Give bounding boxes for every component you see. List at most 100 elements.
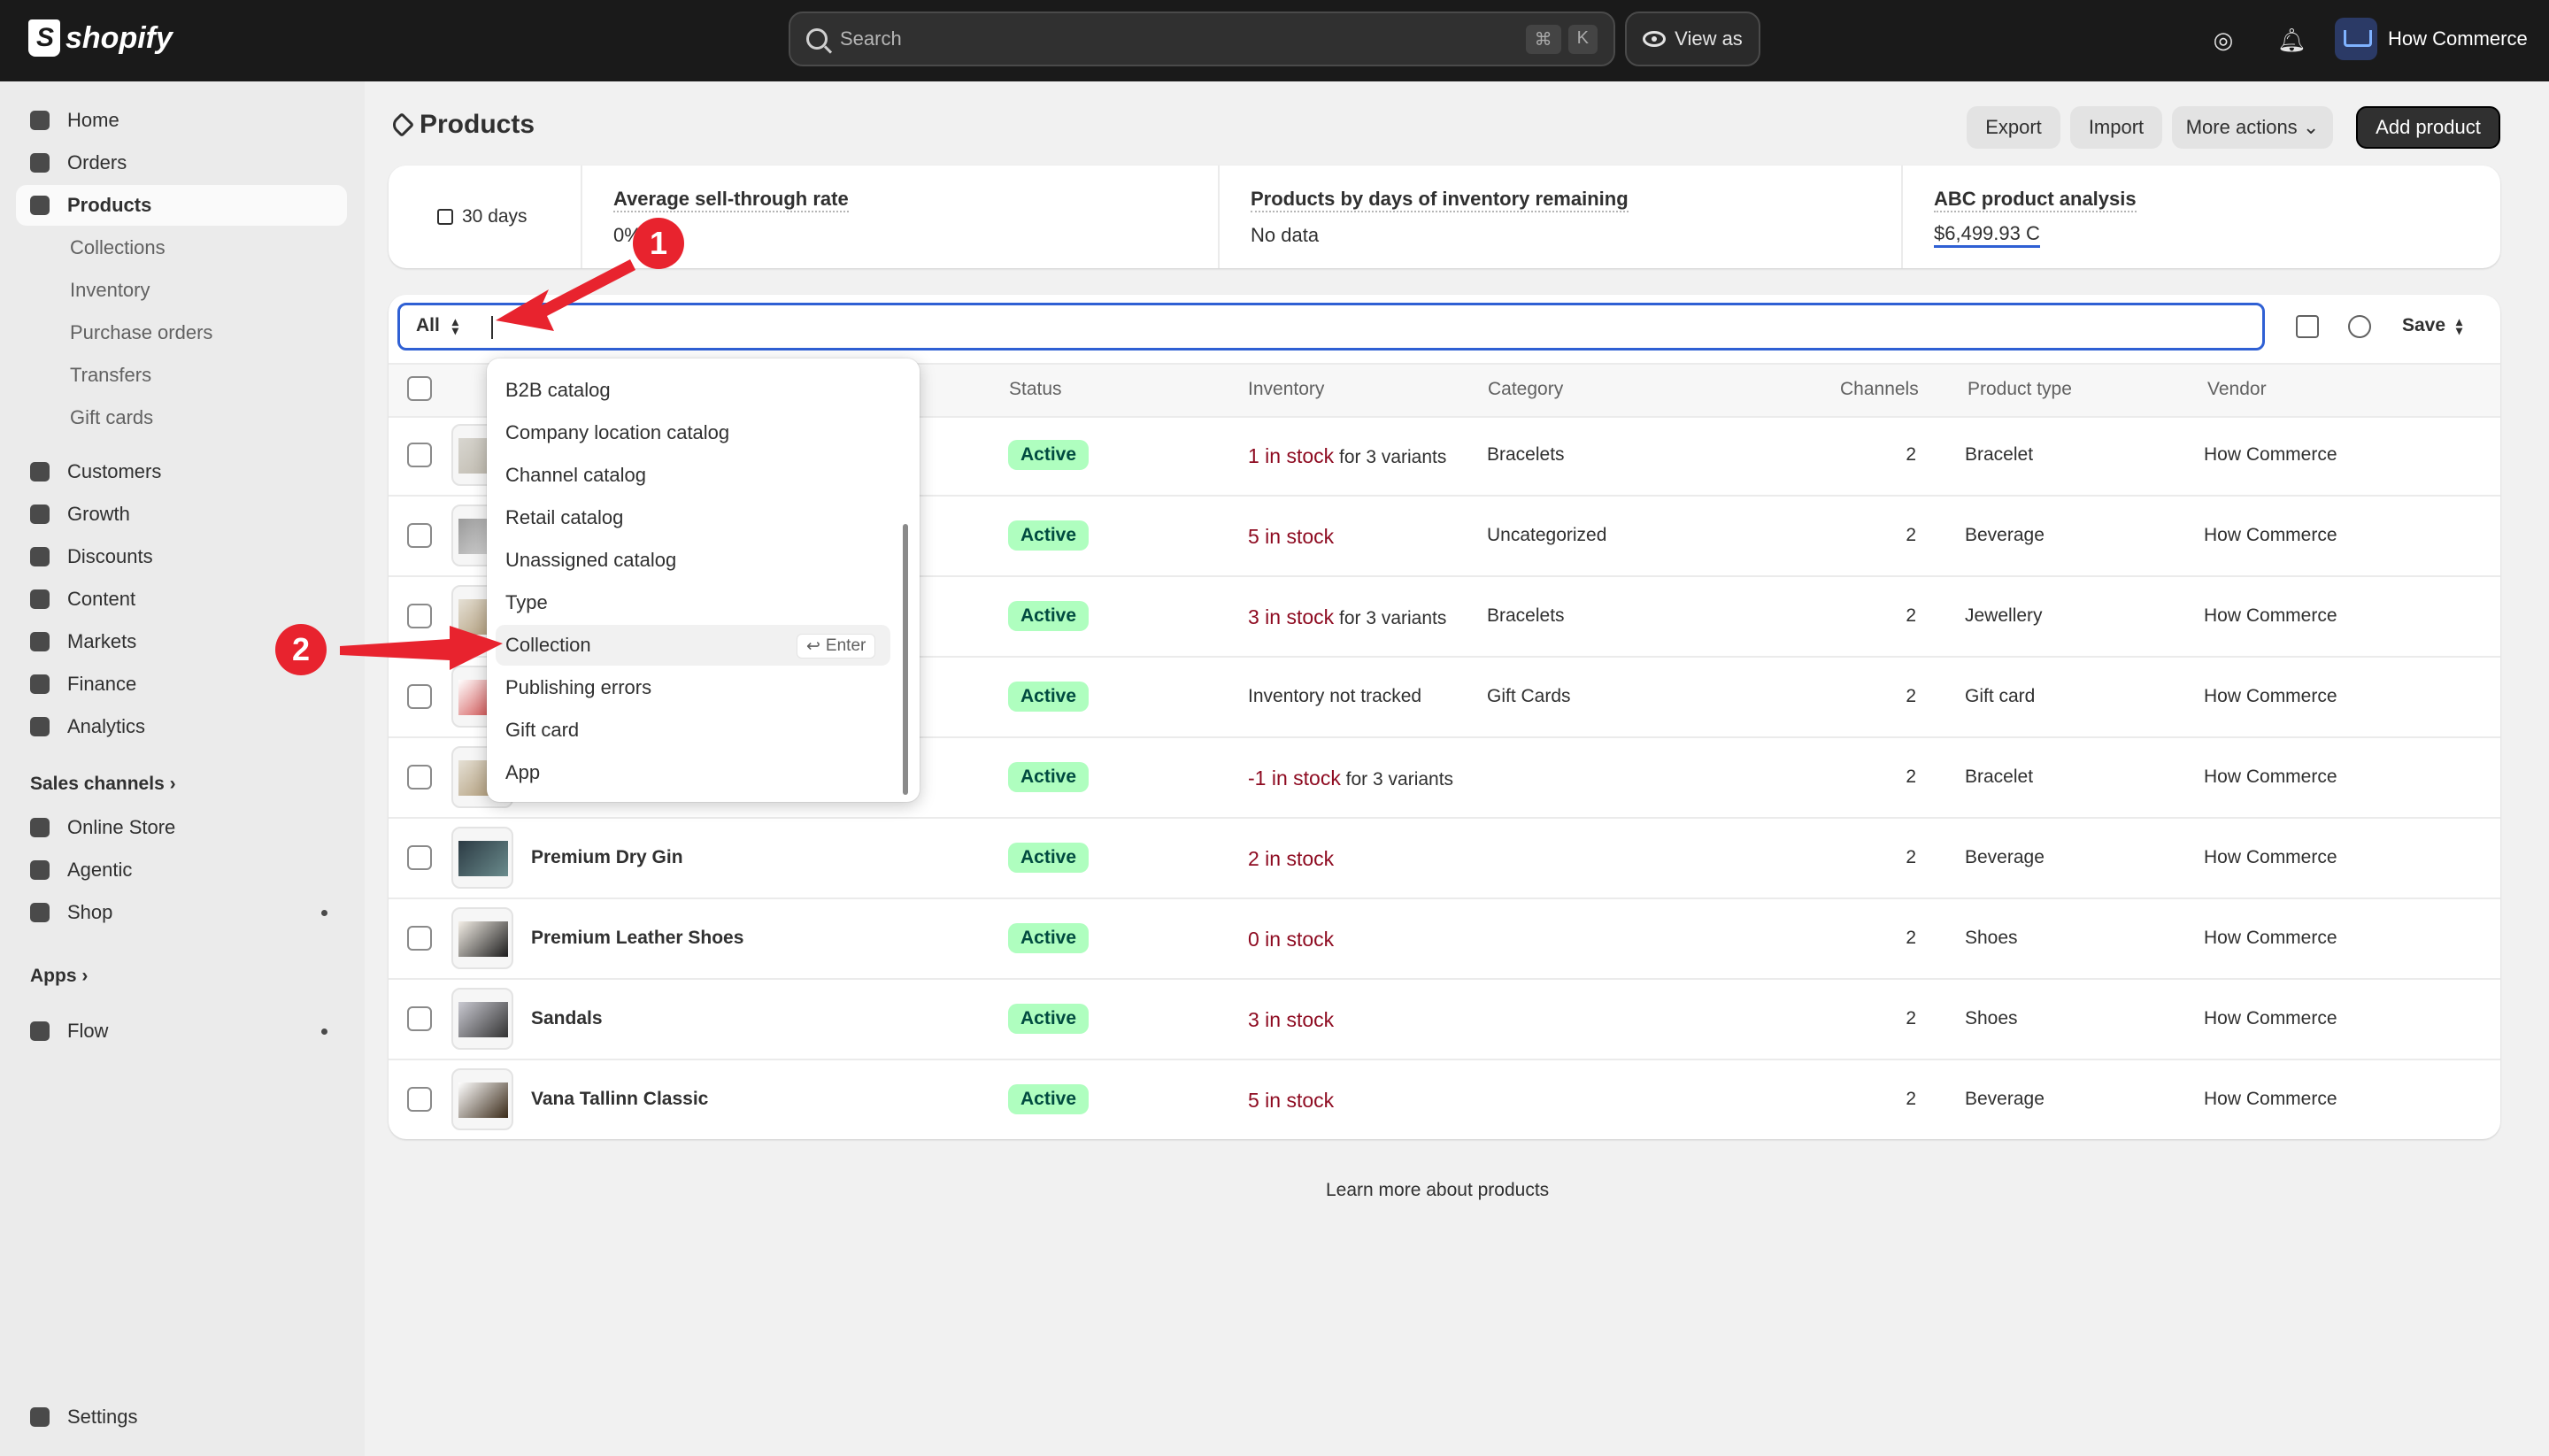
sidebar-item-purchase-orders[interactable]: Purchase orders xyxy=(16,312,347,353)
export-button[interactable]: Export xyxy=(1967,106,2060,149)
store-icon xyxy=(30,818,50,837)
sidekick-icon[interactable]: ◎ xyxy=(2210,27,2237,53)
sidebar-item-collections[interactable]: Collections xyxy=(16,227,347,268)
sidebar-item-label: Transfers xyxy=(70,364,152,386)
dropdown-scrollbar[interactable] xyxy=(903,524,908,795)
add-product-button[interactable]: Add product xyxy=(2356,106,2500,149)
search-icon xyxy=(806,28,828,50)
sidebar-item-shop[interactable]: Shop xyxy=(16,892,347,933)
sidebar-item-products[interactable]: Products xyxy=(16,185,347,226)
sell-through-label[interactable]: Average sell-through rate xyxy=(613,188,849,212)
inventory-count[interactable]: 2 in stock xyxy=(1248,847,1334,870)
row-checkbox[interactable] xyxy=(407,604,432,628)
sidebar-item-customers[interactable]: Customers xyxy=(16,451,347,492)
header-inventory[interactable]: Inventory xyxy=(1248,379,1324,400)
sidebar-item-transfers[interactable]: Transfers xyxy=(16,355,347,396)
sidebar-item-discounts[interactable]: Discounts xyxy=(16,536,347,577)
sidebar-item-orders[interactable]: Orders xyxy=(16,143,347,183)
header-vendor[interactable]: Vendor xyxy=(2207,379,2267,400)
sales-channels-heading[interactable]: Sales channels › xyxy=(30,774,176,795)
sidebar-item-inventory[interactable]: Inventory xyxy=(16,270,347,311)
inventory-count[interactable]: 3 in stock xyxy=(1248,605,1334,628)
learn-more-link[interactable]: Learn more about products xyxy=(1326,1180,1549,1201)
section-label: Apps xyxy=(30,966,77,986)
product-name[interactable]: Premium Leather Shoes xyxy=(531,928,743,949)
inventory-count[interactable]: 1 in stock xyxy=(1248,444,1334,467)
dropdown-item-publishing-errors[interactable]: Publishing errors xyxy=(505,676,651,699)
product-thumbnail[interactable] xyxy=(451,1068,513,1130)
columns-icon[interactable] xyxy=(2296,315,2319,338)
sidebar-item-online-store[interactable]: Online Store xyxy=(16,807,347,848)
product-thumbnail[interactable] xyxy=(451,988,513,1050)
product-name[interactable]: Vana Tallinn Classic xyxy=(531,1089,708,1110)
sidebar-item-flow[interactable]: Flow xyxy=(16,1011,347,1052)
inventory-count[interactable]: 5 in stock xyxy=(1248,1089,1334,1112)
category-cell: Bracelets xyxy=(1487,605,1565,626)
more-actions-button[interactable]: More actions ⌄ xyxy=(2172,106,2333,149)
sort-icon[interactable] xyxy=(2348,315,2371,338)
row-checkbox[interactable] xyxy=(407,845,432,870)
header-status[interactable]: Status xyxy=(1009,379,1062,400)
shopify-logo[interactable]: shopify xyxy=(28,19,173,57)
dropdown-item-retail-catalog[interactable]: Retail catalog xyxy=(505,506,623,529)
row-checkbox[interactable] xyxy=(407,765,432,790)
sidebar-item-analytics[interactable]: Analytics xyxy=(16,706,347,747)
sidebar-item-label: Inventory xyxy=(70,279,150,301)
header-product-type[interactable]: Product type xyxy=(1968,379,2072,400)
k-key: K xyxy=(1567,24,1598,54)
row-checkbox[interactable] xyxy=(407,523,432,548)
product-thumbnail[interactable] xyxy=(451,827,513,889)
dropdown-item-unassigned-catalog[interactable]: Unassigned catalog xyxy=(505,549,676,572)
header-channels[interactable]: Channels xyxy=(1840,379,1919,400)
product-name[interactable]: Premium Dry Gin xyxy=(531,847,683,868)
save-view-button[interactable]: Save ▴ ▾ xyxy=(2402,315,2462,336)
view-selector[interactable]: All ▴ ▾ xyxy=(416,315,458,336)
dropdown-item-company-location-catalog[interactable]: Company location catalog xyxy=(505,421,729,444)
inventory-count[interactable]: 0 in stock xyxy=(1248,928,1334,951)
header-category[interactable]: Category xyxy=(1488,379,1563,400)
dropdown-item-b2b-catalog[interactable]: B2B catalog xyxy=(505,379,611,402)
row-checkbox[interactable] xyxy=(407,926,432,951)
view-as-button[interactable]: View as xyxy=(1625,12,1760,66)
period-selector[interactable]: 30 days xyxy=(437,206,528,227)
dropdown-item-collection[interactable]: Collection xyxy=(505,634,591,657)
inventory-count[interactable]: 3 in stock xyxy=(1248,1008,1334,1031)
select-all-checkbox[interactable] xyxy=(407,376,432,401)
import-button[interactable]: Import xyxy=(2070,106,2162,149)
status-badge: Active xyxy=(1008,1084,1090,1114)
days-inventory-label[interactable]: Products by days of inventory remaining xyxy=(1251,188,1629,212)
filter-search-input[interactable] xyxy=(397,303,2265,351)
product-name[interactable]: Sandals xyxy=(531,1008,603,1029)
product-image xyxy=(458,1002,508,1037)
product-thumbnail[interactable] xyxy=(451,907,513,969)
days-inventory-value: No data xyxy=(1251,224,1320,246)
global-search[interactable]: Search ⌘ K xyxy=(789,12,1615,66)
abc-analysis-label[interactable]: ABC product analysis xyxy=(1934,188,2137,212)
store-menu[interactable]: How Commerce xyxy=(2335,18,2528,60)
row-checkbox[interactable] xyxy=(407,684,432,709)
channels-cell: 2 xyxy=(1906,686,1916,706)
inventory-count[interactable]: -1 in stock xyxy=(1248,767,1341,790)
row-checkbox[interactable] xyxy=(407,443,432,467)
dropdown-item-channel-catalog[interactable]: Channel catalog xyxy=(505,464,646,487)
sidebar-item-content[interactable]: Content xyxy=(16,579,347,620)
dropdown-item-app[interactable]: App xyxy=(505,761,540,784)
product-type-cell: Bracelet xyxy=(1965,444,2034,465)
vendor-cell: How Commerce xyxy=(2204,847,2337,867)
bell-icon[interactable]: 🔔︎ xyxy=(2277,27,2306,53)
sidebar-item-settings[interactable]: Settings xyxy=(16,1397,347,1437)
content-icon xyxy=(30,589,50,609)
sidebar-item-label: Flow xyxy=(67,1020,109,1042)
sidebar-item-gift-cards[interactable]: Gift cards xyxy=(16,397,347,438)
divider xyxy=(1901,166,1903,268)
row-checkbox[interactable] xyxy=(407,1006,432,1031)
inventory-count[interactable]: 5 in stock xyxy=(1248,525,1334,548)
sidebar-item-growth[interactable]: Growth xyxy=(16,494,347,535)
sidebar-item-home[interactable]: Home xyxy=(16,100,347,141)
apps-heading[interactable]: Apps › xyxy=(30,966,88,987)
dropdown-item-type[interactable]: Type xyxy=(505,591,548,614)
status-badge: Active xyxy=(1008,520,1090,551)
row-checkbox[interactable] xyxy=(407,1087,432,1112)
sidebar-item-agentic[interactable]: Agentic xyxy=(16,850,347,890)
dropdown-item-gift-card[interactable]: Gift card xyxy=(505,719,579,742)
